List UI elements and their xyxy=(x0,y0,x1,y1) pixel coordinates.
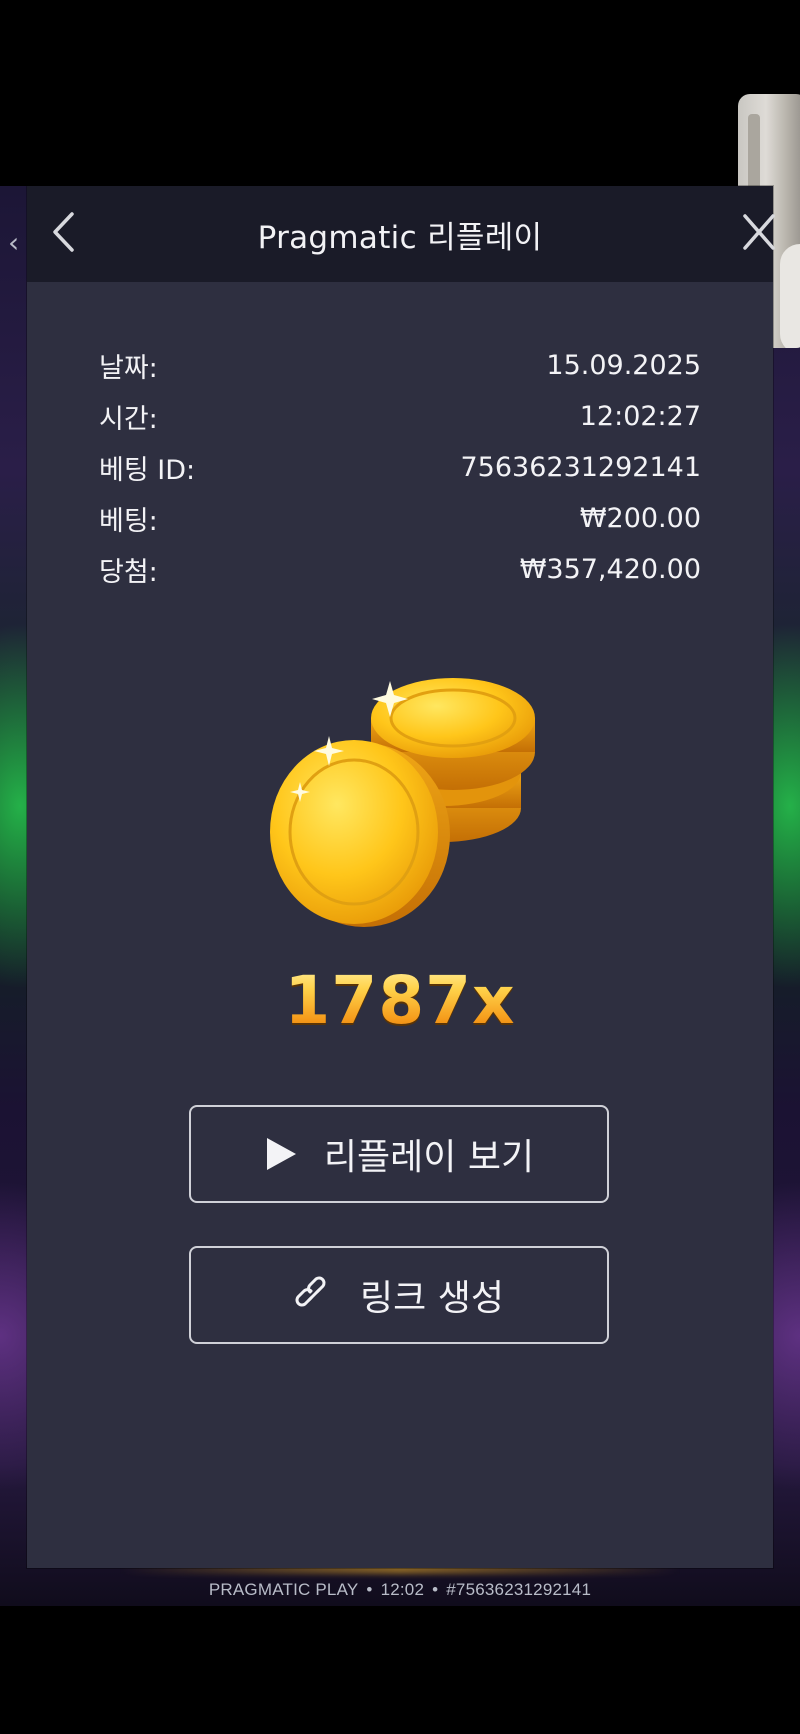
watch-replay-button[interactable]: 리플레이 보기 xyxy=(189,1105,609,1203)
detail-row-date: 날짜: 15.09.2025 xyxy=(99,340,701,391)
footer-separator: • xyxy=(366,1580,373,1599)
footer-bet-ref: #75636231292141 xyxy=(446,1580,592,1599)
coin-stack-icon xyxy=(270,678,535,927)
detail-label: 베팅 ID: xyxy=(99,455,196,486)
modal-header: Pragmatic 리플레이 xyxy=(27,186,775,282)
detail-value: 12:02:27 xyxy=(579,401,701,432)
watch-replay-label: 리플레이 보기 xyxy=(323,1137,535,1178)
footer-separator: • xyxy=(432,1580,439,1599)
play-icon xyxy=(264,1136,298,1172)
detail-row-time: 시간: 12:02:27 xyxy=(99,391,701,442)
footer-brand: PRAGMATIC PLAY xyxy=(208,1580,359,1599)
chevron-left-icon xyxy=(53,212,74,252)
detail-label: 시간: xyxy=(99,404,158,435)
detail-row-bet-id: 베팅 ID: 75636231292141 xyxy=(99,442,701,493)
detail-row-bet: 베팅: ₩200.00 xyxy=(99,493,701,544)
detail-value: ₩357,420.00 xyxy=(519,554,701,585)
footer-time: 12:02 xyxy=(380,1580,425,1599)
detail-label: 베팅: xyxy=(99,506,158,537)
detail-label: 날짜: xyxy=(99,353,158,384)
detail-value: ₩200.00 xyxy=(579,503,701,534)
back-button[interactable] xyxy=(43,206,83,258)
detail-row-win: 당첨: ₩357,420.00 xyxy=(99,544,701,595)
bet-details-list: 날짜: 15.09.2025 시간: 12:02:27 베팅 ID: 75636… xyxy=(99,340,701,595)
game-footer-bar: PRAGMATIC PLAY • 12:02 • #75636231292141 xyxy=(0,1570,800,1610)
replay-modal: Pragmatic 리플레이 날짜: 15.09.2025 시간: 12:02:… xyxy=(27,186,775,1568)
detail-value: 15.09.2025 xyxy=(546,350,701,381)
win-multiplier: 1787x xyxy=(27,962,773,1039)
link-icon xyxy=(294,1275,334,1315)
background-chevron-left-icon: ‹ xyxy=(8,226,20,259)
create-link-button[interactable]: 링크 생성 xyxy=(189,1246,609,1344)
create-link-label: 링크 생성 xyxy=(360,1278,504,1319)
detail-label: 당첨: xyxy=(99,557,158,588)
close-button[interactable] xyxy=(739,206,779,258)
detail-value: 75636231292141 xyxy=(460,452,702,483)
modal-title: Pragmatic 리플레이 xyxy=(257,219,543,256)
close-icon xyxy=(743,214,775,250)
